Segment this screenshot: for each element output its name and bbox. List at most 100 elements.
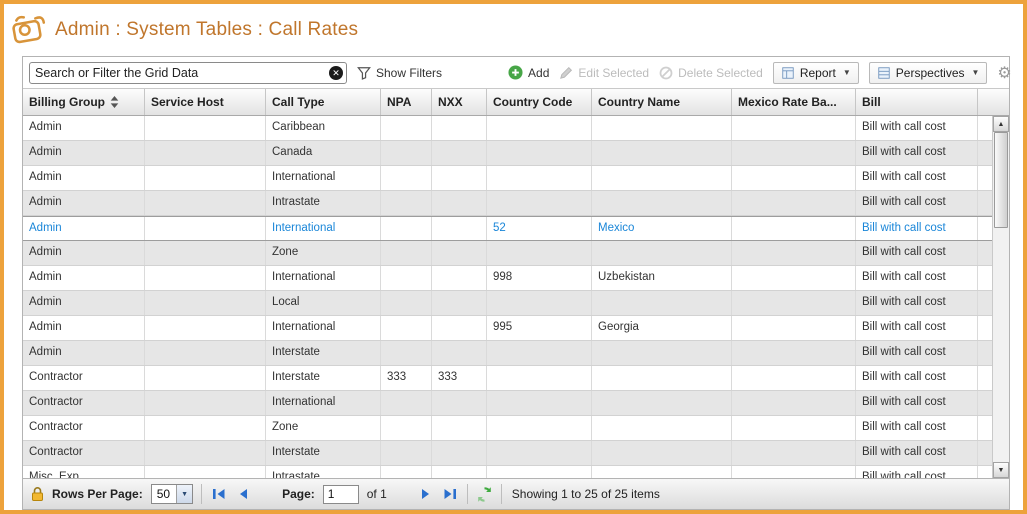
scroll-up-button[interactable]: ▲ xyxy=(993,116,1009,132)
table-cell xyxy=(732,266,856,290)
first-page-button[interactable] xyxy=(210,488,228,500)
table-cell: Intrastate xyxy=(266,466,381,478)
table-cell: Bill with call cost xyxy=(856,391,978,415)
table-cell: 333 xyxy=(381,366,432,390)
table-cell xyxy=(732,391,856,415)
column-header-country-name[interactable]: Country Name xyxy=(592,89,732,115)
table-row[interactable]: AdminZoneBill with call cost xyxy=(23,241,992,266)
table-cell: Interstate xyxy=(266,366,381,390)
table-cell: Uzbekistan xyxy=(592,266,732,290)
table-cell xyxy=(432,441,487,465)
column-header-npa[interactable]: NPA xyxy=(381,89,432,115)
table-cell: Intrastate xyxy=(266,191,381,215)
table-cell xyxy=(145,241,266,265)
vertical-scrollbar[interactable]: ▲ ▼ xyxy=(992,116,1009,478)
table-cell xyxy=(732,217,856,240)
scrollbar-thumb[interactable] xyxy=(994,132,1008,228)
table-cell xyxy=(432,266,487,290)
table-cell xyxy=(381,466,432,478)
column-header-bill[interactable]: Bill xyxy=(856,89,978,115)
table-row[interactable]: ContractorZoneBill with call cost xyxy=(23,416,992,441)
table-row[interactable]: AdminLocalBill with call cost xyxy=(23,291,992,316)
rows-per-page-select[interactable]: 50 ▼ xyxy=(151,484,193,504)
table-cell xyxy=(732,416,856,440)
table-cell-filler xyxy=(978,191,992,215)
table-row[interactable]: AdminCaribbeanBill with call cost xyxy=(23,116,992,141)
table-cell: Local xyxy=(266,291,381,315)
table-row[interactable]: ContractorInternationalBill with call co… xyxy=(23,391,992,416)
column-header-label: NXX xyxy=(438,95,463,109)
report-dropdown[interactable]: Report ▼ xyxy=(773,62,859,84)
table-row[interactable]: AdminInternationalBill with call cost xyxy=(23,166,992,191)
page-total-label: of 1 xyxy=(367,487,387,501)
table-cell xyxy=(487,366,592,390)
edit-selected-button[interactable]: Edit Selected xyxy=(559,66,649,80)
table-cell: Misc. Exp xyxy=(23,466,145,478)
table-cell: Mexico xyxy=(592,217,732,240)
table-cell: Canada xyxy=(266,141,381,165)
column-header-call-type[interactable]: Call Type xyxy=(266,89,381,115)
add-button[interactable]: Add xyxy=(508,65,549,80)
page-title: Admin : System Tables : Call Rates xyxy=(55,19,358,41)
table-row[interactable]: ContractorInterstate333333Bill with call… xyxy=(23,366,992,391)
column-header-billing-group[interactable]: Billing Group xyxy=(23,89,145,115)
table-cell xyxy=(592,166,732,190)
table-row[interactable]: AdminInternational995GeorgiaBill with ca… xyxy=(23,316,992,341)
table-row[interactable]: Misc. ExpIntrastateBill with call cost xyxy=(23,466,992,478)
table-cell xyxy=(487,441,592,465)
table-cell xyxy=(487,166,592,190)
grid-rows: AdminCaribbeanBill with call costAdminCa… xyxy=(23,116,992,478)
delete-icon xyxy=(659,66,673,80)
column-header-nxx[interactable]: NXX xyxy=(432,89,487,115)
table-cell xyxy=(432,416,487,440)
scroll-down-button[interactable]: ▼ xyxy=(993,462,1009,478)
last-page-button[interactable] xyxy=(441,488,459,500)
table-cell xyxy=(432,241,487,265)
clear-search-icon[interactable]: ✕ xyxy=(329,66,343,80)
search-input[interactable] xyxy=(29,62,347,84)
column-header-country-code[interactable]: Country Code xyxy=(487,89,592,115)
table-cell: Bill with call cost xyxy=(856,116,978,140)
next-page-button[interactable] xyxy=(419,488,433,500)
report-icon xyxy=(781,66,795,80)
refresh-button[interactable] xyxy=(476,486,493,503)
page-number-input[interactable] xyxy=(323,485,359,504)
pencil-icon xyxy=(559,66,573,80)
table-row[interactable]: AdminInternational52MexicoBill with call… xyxy=(23,216,992,241)
grid-footer: Rows Per Page: 50 ▼ Page: of 1 xyxy=(23,478,1009,509)
call-rates-window: Admin : System Tables : Call Rates ✕ Sho… xyxy=(0,0,1027,514)
grid-panel: ✕ Show Filters Add Edit Selected Delete … xyxy=(22,56,1010,510)
table-cell-filler xyxy=(978,291,992,315)
table-cell xyxy=(592,191,732,215)
scrollbar-track[interactable] xyxy=(993,132,1009,462)
table-cell xyxy=(487,116,592,140)
table-cell: Bill with call cost xyxy=(856,441,978,465)
table-cell: International xyxy=(266,166,381,190)
table-cell xyxy=(145,116,266,140)
perspectives-label: Perspectives xyxy=(896,66,965,80)
table-cell: Admin xyxy=(23,116,145,140)
table-row[interactable]: AdminInternational998UzbekistanBill with… xyxy=(23,266,992,291)
perspectives-dropdown[interactable]: Perspectives ▼ xyxy=(869,62,988,84)
table-row[interactable]: AdminIntrastateBill with call cost xyxy=(23,191,992,216)
previous-page-button[interactable] xyxy=(236,488,250,500)
table-row[interactable]: AdminCanadaBill with call cost xyxy=(23,141,992,166)
table-cell: Admin xyxy=(23,217,145,240)
gear-icon[interactable]: ⚙ xyxy=(997,63,1013,83)
column-header-service-host[interactable]: Service Host xyxy=(145,89,266,115)
table-cell xyxy=(732,341,856,365)
show-filters-button[interactable]: Show Filters xyxy=(357,66,442,80)
table-cell-filler xyxy=(978,266,992,290)
table-cell-filler xyxy=(978,366,992,390)
table-cell xyxy=(432,141,487,165)
table-row[interactable]: ContractorInterstateBill with call cost xyxy=(23,441,992,466)
table-cell xyxy=(145,191,266,215)
perspectives-icon xyxy=(877,66,891,80)
table-cell: Bill with call cost xyxy=(856,141,978,165)
table-cell xyxy=(487,191,592,215)
column-header-label: NPA xyxy=(387,95,411,109)
table-cell-filler xyxy=(978,416,992,440)
column-header-mexico-rate[interactable]: Mexico Rate Ba... xyxy=(732,89,856,115)
table-row[interactable]: AdminInterstateBill with call cost xyxy=(23,341,992,366)
delete-selected-button[interactable]: Delete Selected xyxy=(659,66,763,80)
